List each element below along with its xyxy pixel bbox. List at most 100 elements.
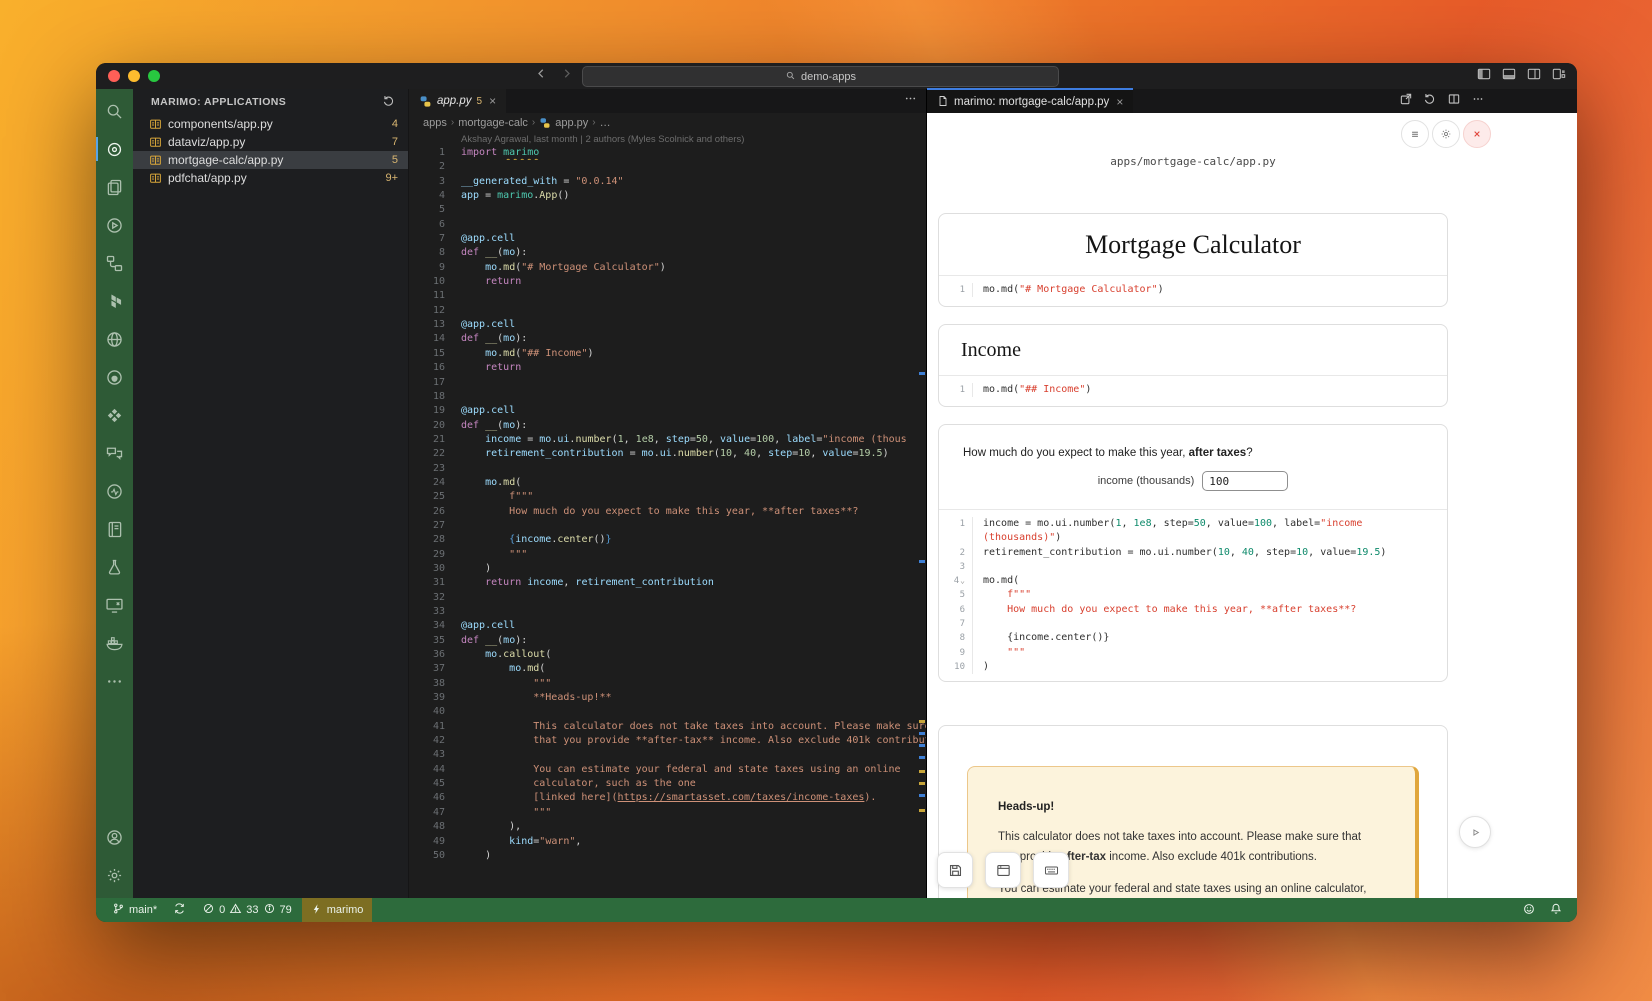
sidebar-file-components[interactable]: components/app.py4 (133, 115, 408, 133)
code-line[interactable]: 9 mo.md("# Mortgage Calculator") (409, 261, 926, 275)
code-line[interactable]: 41 This calculator does not take taxes i… (409, 720, 926, 734)
cell-code-line[interactable]: 1mo.md("# Mortgage Calculator") (939, 283, 1447, 297)
code-line[interactable]: 10 return (409, 275, 926, 289)
marimo-cell-income-input[interactable]: How much do you expect to make this year… (938, 424, 1448, 682)
cell-code-line[interactable]: 5 f""" (939, 588, 1447, 602)
code-line[interactable]: 40 (409, 705, 926, 719)
breadcrumb-item[interactable]: … (600, 117, 611, 129)
breadcrumb[interactable]: apps›mortgage-calc›app.py›… (409, 113, 926, 132)
code-line[interactable]: 14def __(mo): (409, 332, 926, 346)
marimo-menu-button[interactable] (1401, 120, 1429, 148)
code-line[interactable]: 3__generated_with = "0.0.14" (409, 175, 926, 189)
code-line[interactable]: 45 calculator, such as the one (409, 777, 926, 791)
marimo-settings-button[interactable] (1432, 120, 1460, 148)
refresh-icon[interactable] (382, 94, 396, 111)
income-number-input[interactable] (1202, 471, 1288, 491)
sync-changes-button[interactable] (167, 898, 192, 922)
back-icon[interactable] (534, 66, 549, 86)
monitor-x-icon[interactable] (96, 586, 133, 624)
keyboard-shortcuts-button[interactable] (1033, 852, 1069, 888)
marimo-extension-status[interactable]: marimo (302, 898, 373, 922)
more-actions-icon[interactable] (1471, 92, 1485, 111)
run-cell-button[interactable] (1459, 816, 1491, 848)
code-line[interactable]: 44 You can estimate your federal and sta… (409, 763, 926, 777)
sidebar-file-pdfchat[interactable]: pdfchat/app.py9+ (133, 169, 408, 187)
save-button[interactable] (937, 852, 973, 888)
code-line[interactable]: 34@app.cell (409, 619, 926, 633)
code-line[interactable]: 1import marimo (409, 146, 926, 160)
marimo-icon[interactable] (96, 130, 133, 168)
code-line[interactable]: 24 mo.md( (409, 476, 926, 490)
comments-icon[interactable] (96, 434, 133, 472)
close-tab-icon[interactable]: × (489, 94, 496, 108)
code-line[interactable]: 4app = marimo.App() (409, 189, 926, 203)
cell-code-line[interactable]: 2retirement_contribution = mo.ui.number(… (939, 546, 1447, 560)
cell-code-line[interactable]: 10) (939, 660, 1447, 674)
breadcrumb-item[interactable]: mortgage-calc (458, 117, 528, 129)
code-line[interactable]: 7@app.cell (409, 232, 926, 246)
open-external-icon[interactable] (1399, 92, 1413, 111)
zoom-window-button[interactable] (148, 70, 160, 82)
problems-status[interactable]: 0 33 79 (196, 898, 298, 922)
code-line[interactable]: 6 (409, 218, 926, 232)
tab-marimo-webview[interactable]: marimo: mortgage-calc/app.py × (927, 88, 1133, 114)
cell-code-line[interactable]: 3 (939, 560, 1447, 574)
code-line[interactable]: 8def __(mo): (409, 246, 926, 260)
run-circle-icon[interactable] (96, 206, 133, 244)
code-line[interactable]: 22 retirement_contribution = mo.ui.numbe… (409, 447, 926, 461)
code-line[interactable]: 42 that you provide **after-tax** income… (409, 734, 926, 748)
code-line[interactable]: 30 ) (409, 562, 926, 576)
marimo-shutdown-button[interactable] (1463, 120, 1491, 148)
code-line[interactable]: 35def __(mo): (409, 634, 926, 648)
code-line[interactable]: 2 (409, 160, 926, 174)
cell-code-line[interactable]: 9 """ (939, 646, 1447, 660)
code-line[interactable]: 28 {income.center()} (409, 533, 926, 547)
settings-icon[interactable] (96, 856, 133, 894)
notifications-bell-icon[interactable] (1549, 902, 1563, 919)
overview-ruler[interactable] (917, 146, 925, 898)
forward-icon[interactable] (559, 66, 574, 86)
code-line[interactable]: 12 (409, 304, 926, 318)
terraform-icon[interactable] (96, 282, 133, 320)
breadcrumb-item[interactable]: apps (423, 117, 447, 129)
cell-code-line[interactable]: (thousands)") (939, 531, 1447, 545)
git-branch-status[interactable]: main* (106, 898, 163, 922)
more-icon[interactable] (96, 662, 133, 700)
code-line[interactable]: 13@app.cell (409, 318, 926, 332)
toggle-panel-icon[interactable] (1501, 66, 1517, 87)
code-line[interactable]: 21 income = mo.ui.number(1, 1e8, step=50… (409, 433, 926, 447)
code-line[interactable]: 47 """ (409, 806, 926, 820)
code-line[interactable]: 18 (409, 390, 926, 404)
code-line[interactable]: 16 return (409, 361, 926, 375)
code-line[interactable]: 29 """ (409, 548, 926, 562)
open-in-browser-button[interactable] (985, 852, 1021, 888)
customize-layout-icon[interactable] (1551, 66, 1567, 87)
code-line[interactable]: 39 **Heads-up!** (409, 691, 926, 705)
tab-overflow-icon[interactable] (903, 91, 918, 111)
code-line[interactable]: 36 mo.callout( (409, 648, 926, 662)
account-icon[interactable] (96, 818, 133, 856)
breadcrumb-item[interactable]: app.py (555, 117, 588, 129)
code-line[interactable]: 49 kind="warn", (409, 835, 926, 849)
cell-code-line[interactable]: 1mo.md("## Income") (939, 383, 1447, 397)
code-line[interactable]: 19@app.cell (409, 404, 926, 418)
split-editor-icon[interactable] (1447, 92, 1461, 111)
diamonds-icon[interactable] (96, 396, 133, 434)
code-line[interactable]: 48 ), (409, 820, 926, 834)
testing-icon[interactable] (96, 548, 133, 586)
search-icon[interactable] (96, 92, 133, 130)
code-line[interactable]: 46 [linked here](https://smartasset.com/… (409, 791, 926, 805)
code-line[interactable]: 11 (409, 289, 926, 303)
code-line[interactable]: 15 mo.md("## Income") (409, 347, 926, 361)
copy-icon[interactable] (96, 168, 133, 206)
code-line[interactable]: 27 (409, 519, 926, 533)
code-line[interactable]: 38 """ (409, 677, 926, 691)
toggle-sidebar-icon[interactable] (1476, 66, 1492, 87)
code-line[interactable]: 23 (409, 462, 926, 476)
minimize-window-button[interactable] (128, 70, 140, 82)
code-line[interactable]: 43 (409, 748, 926, 762)
sidebar-file-dataviz[interactable]: dataviz/app.py7 (133, 133, 408, 151)
docker-icon[interactable] (96, 624, 133, 662)
git-blame-codelens[interactable]: Akshay Agrawal, last month | 2 authors (… (409, 132, 926, 146)
code-line[interactable]: 32 (409, 591, 926, 605)
